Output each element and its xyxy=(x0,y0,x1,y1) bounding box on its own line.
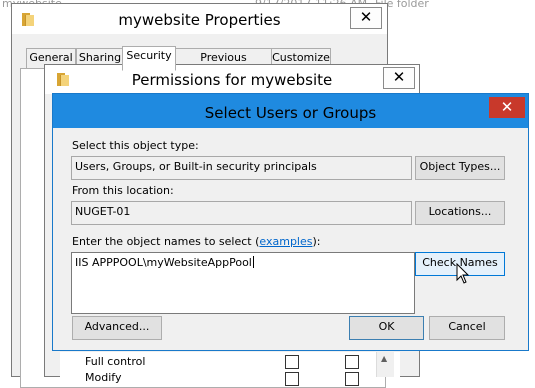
locations-button[interactable]: Locations... xyxy=(415,201,505,225)
permission-list: Full control Modify ▲ xyxy=(60,352,400,386)
object-names-label-prefix: Enter the object names to select ( xyxy=(72,235,260,248)
select-dialog-body: Select this object type: Users, Groups, … xyxy=(59,128,524,346)
permissions-title: Permissions for mywebsite xyxy=(131,71,333,89)
object-names-input[interactable]: IIS APPPOOL\myWebsiteAppPool xyxy=(71,252,415,314)
deny-checkbox[interactable] xyxy=(345,372,359,386)
properties-title: mywebsite Properties xyxy=(118,11,281,29)
deny-checkbox[interactable] xyxy=(345,355,359,369)
permission-label: Full control xyxy=(85,355,146,368)
allow-checkbox[interactable] xyxy=(285,355,299,369)
properties-close-button[interactable]: ✕ xyxy=(350,7,382,29)
permission-row: Full control Modify xyxy=(60,352,370,386)
object-names-value: IIS APPPOOL\myWebsiteAppPool xyxy=(75,256,252,269)
select-dialog-title: Select Users or Groups xyxy=(204,104,377,122)
permission-label: Modify xyxy=(85,371,122,384)
tab-security[interactable]: Security xyxy=(122,46,176,71)
select-dialog-titlebar: Select Users or Groups ✕ xyxy=(53,94,528,128)
select-users-dialog: Select Users or Groups ✕ Select this obj… xyxy=(52,93,529,351)
location-label: From this location: xyxy=(72,184,174,197)
select-dialog-close-button[interactable]: ✕ xyxy=(489,97,525,118)
examples-link[interactable]: examples xyxy=(259,235,312,248)
object-type-field: Users, Groups, or Built-in security prin… xyxy=(71,156,412,180)
permissions-titlebar: Permissions for mywebsite ✕ xyxy=(45,65,419,94)
advanced-button[interactable]: Advanced... xyxy=(72,316,162,340)
permissions-close-button[interactable]: ✕ xyxy=(383,67,415,89)
cancel-button[interactable]: Cancel xyxy=(429,316,505,340)
properties-titlebar: mywebsite Properties ✕ xyxy=(12,4,387,34)
object-types-button[interactable]: Object Types... xyxy=(415,156,505,180)
object-type-label: Select this object type: xyxy=(72,139,199,152)
object-names-label-suffix: ): xyxy=(312,235,321,248)
scroll-up-icon[interactable]: ▲ xyxy=(381,354,387,363)
text-caret xyxy=(252,256,254,268)
ok-button[interactable]: OK xyxy=(349,316,424,340)
location-field: NUGET-01 xyxy=(71,201,412,225)
object-names-label: Enter the object names to select (exampl… xyxy=(72,235,320,248)
permission-scrollbar[interactable]: ▲ xyxy=(376,352,394,377)
mouse-pointer-icon xyxy=(456,263,469,284)
allow-checkbox[interactable] xyxy=(285,372,299,386)
